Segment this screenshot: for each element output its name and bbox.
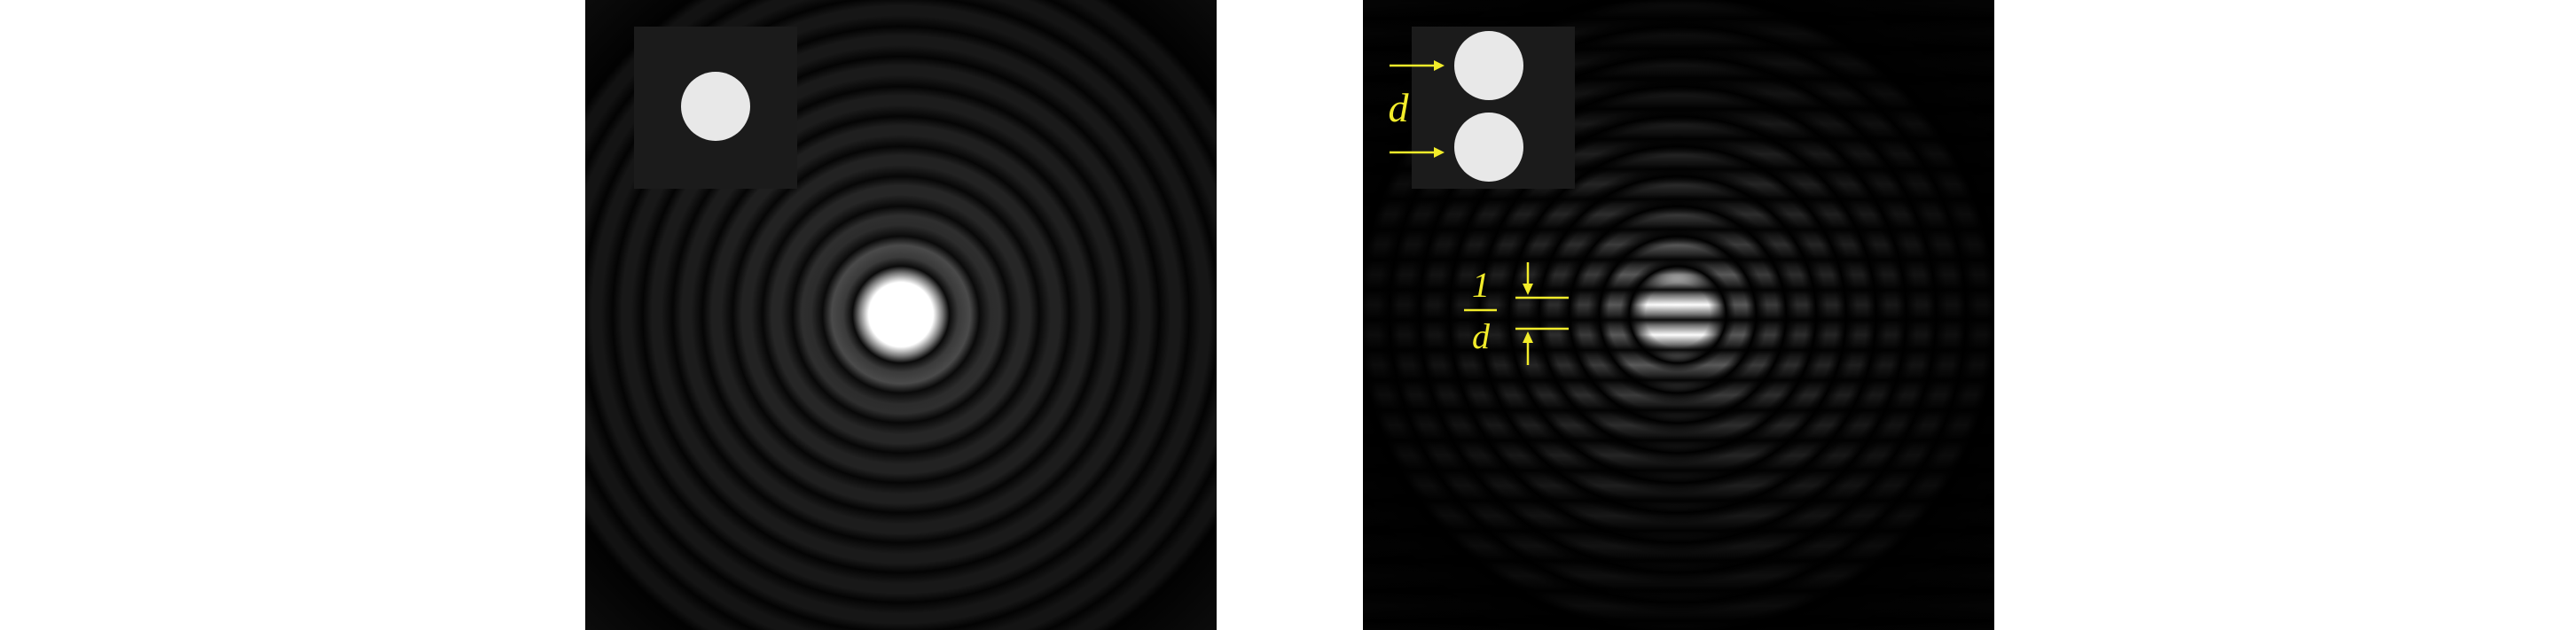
single-aperture-diffraction-panel <box>585 0 1217 630</box>
circular-aperture <box>681 72 750 141</box>
upper-aperture <box>1454 31 1523 100</box>
lower-aperture <box>1454 113 1523 182</box>
airy-pattern-svg <box>585 0 1217 630</box>
aperture-inset <box>1412 27 1575 189</box>
fringe-fraction-denominator: d <box>1472 316 1491 356</box>
fringe-fraction-numerator: 1 <box>1472 265 1490 305</box>
double-aperture-diffraction-panel: d 1 d <box>1363 0 1994 630</box>
separation-label: d <box>1389 85 1410 130</box>
aperture-inset <box>634 27 797 189</box>
fringe-pattern-svg: d 1 d <box>1363 0 1994 630</box>
